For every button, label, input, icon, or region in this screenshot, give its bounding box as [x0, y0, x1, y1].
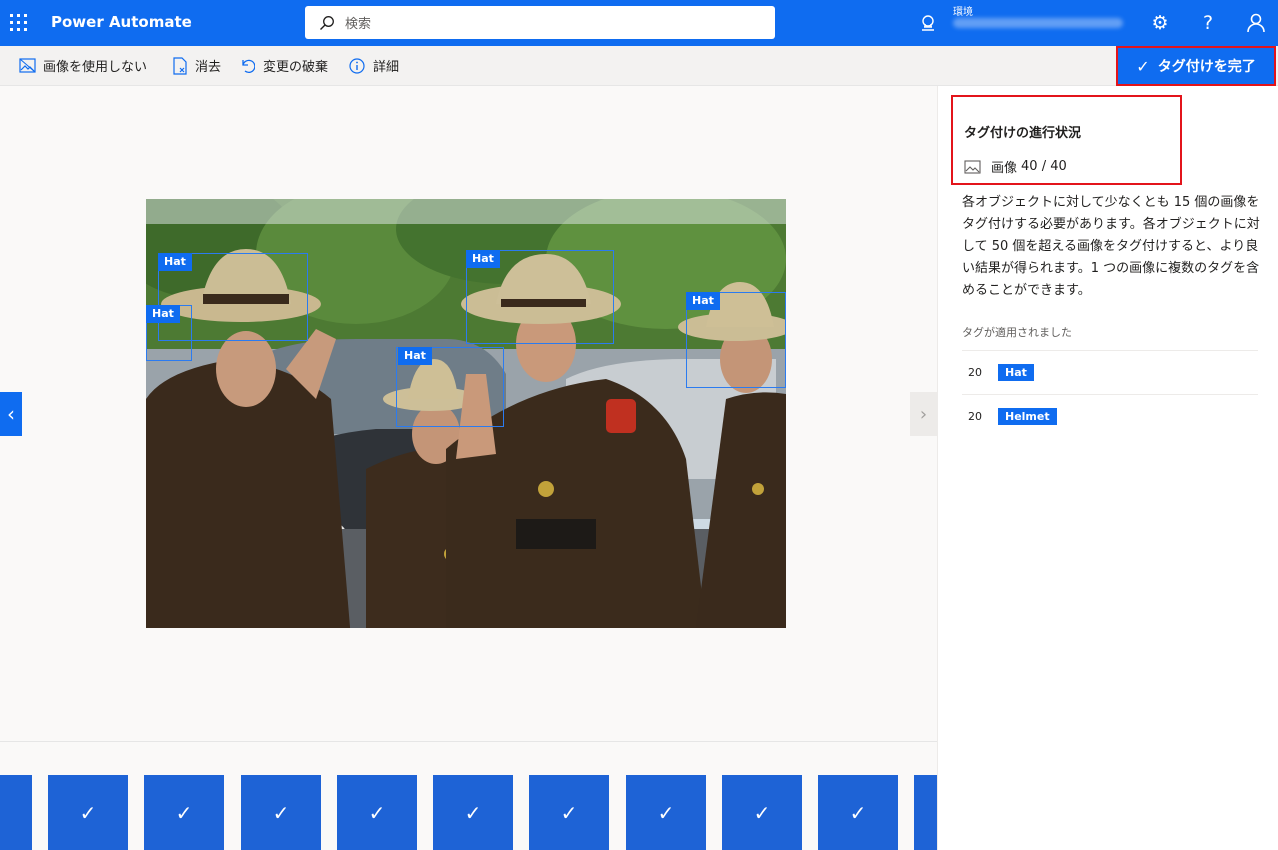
tag-row[interactable]: 20 Helmet — [962, 394, 1258, 438]
settings-icon[interactable]: ⚙ — [1149, 12, 1171, 34]
images-count: 40 / 40 — [1021, 159, 1067, 174]
bbox-tag[interactable]: Hat — [158, 253, 192, 271]
command-bar: 画像を使用しない 消去 変更の破棄 詳細 — [0, 46, 1278, 86]
tag-count: 20 — [968, 410, 982, 423]
checkmark-icon: ✓ — [1136, 56, 1150, 76]
tagging-progress-box: タグ付けの進行状況 画像 40 / 40 — [951, 95, 1182, 185]
thumbnail[interactable]: ✓ — [144, 775, 224, 850]
discard-changes-label: 変更の破棄 — [263, 60, 329, 75]
tags-applied-label: タグが適用されました — [962, 326, 1072, 339]
tagging-image[interactable]: Hat Hat Hat Hat Hat — [146, 199, 786, 628]
tag-count: 20 — [968, 366, 982, 379]
tagging-description: 各オブジェクトに対して少なくとも 15 個の画像をタグ付けする必要があります。各… — [962, 195, 1260, 298]
search-box[interactable]: 検索 — [305, 6, 775, 39]
top-bar: Power Automate 検索 環境 ⚙ ? — [0, 0, 1278, 46]
checkmark-icon: ✓ — [657, 801, 675, 825]
no-image-button[interactable]: 画像を使用しない — [18, 56, 147, 75]
checkmark-icon: ✓ — [914, 775, 937, 850]
progress-title: タグ付けの進行状況 — [964, 126, 1082, 141]
image-icon — [964, 159, 981, 174]
undo-icon — [238, 57, 256, 75]
thumbnail-strip: ✓ ✓ ✓ ✓ ✓ ✓ ✓ ✓ ✓ ✓ ✓ — [0, 741, 937, 850]
search-input[interactable]: 検索 — [345, 13, 371, 32]
bbox-tag[interactable]: Hat — [398, 347, 432, 365]
next-image-button[interactable]: › — [910, 392, 937, 436]
finish-tagging-label: タグ付けを完了 — [1157, 59, 1256, 75]
tag-row[interactable]: 20 Hat — [962, 350, 1258, 394]
checkmark-icon: ✓ — [272, 801, 290, 825]
clear-label: 消去 — [195, 60, 222, 75]
chevron-left-icon: ‹ — [7, 402, 15, 426]
image-canvas: Hat Hat Hat Hat Hat ‹ › — [0, 86, 937, 741]
checkmark-icon: ✓ — [79, 801, 97, 825]
app-title[interactable]: Power Automate — [51, 13, 192, 31]
bbox-tag[interactable]: Hat — [466, 250, 500, 268]
thumbnail[interactable]: ✓ — [433, 775, 513, 850]
thumbnail[interactable]: ✓ — [529, 775, 609, 850]
checkmark-icon: ✓ — [175, 801, 193, 825]
waffle-icon[interactable] — [10, 13, 28, 31]
info-icon — [348, 57, 366, 75]
tag-chip[interactable]: Hat — [998, 364, 1034, 381]
thumbnail[interactable]: ✓ — [914, 775, 937, 850]
thumbnail[interactable]: ✓ — [337, 775, 417, 850]
no-image-icon — [18, 57, 36, 75]
thumbnail[interactable]: ✓ — [818, 775, 898, 850]
images-label: 画像 — [991, 161, 1018, 176]
clear-button[interactable]: 消去 — [170, 56, 221, 75]
thumbnail[interactable]: ✓ — [0, 775, 32, 850]
thumbnail[interactable]: ✓ — [241, 775, 321, 850]
thumbnail[interactable]: ✓ — [48, 775, 128, 850]
environment-label: 環境 — [953, 7, 973, 18]
finish-tagging-button[interactable]: ✓ タグ付けを完了 — [1116, 46, 1276, 86]
environment-icon[interactable] — [918, 13, 938, 33]
checkmark-icon: ✓ — [560, 801, 578, 825]
discard-changes-button[interactable]: 変更の破棄 — [238, 56, 328, 75]
search-icon — [320, 15, 334, 30]
checkmark-icon: ✓ — [753, 801, 771, 825]
thumbnail[interactable]: ✓ — [626, 775, 706, 850]
tagging-panel: タグ付けの進行状況 画像 40 / 40 各オブジェクトに対して少なくとも 15… — [937, 86, 1278, 850]
clear-icon — [170, 56, 188, 75]
previous-image-button[interactable]: ‹ — [0, 392, 22, 436]
checkmark-icon: ✓ — [464, 801, 482, 825]
tag-chip[interactable]: Helmet — [998, 408, 1057, 425]
image-count: 画像 40 / 40 — [964, 157, 1067, 176]
thumbnail[interactable]: ✓ — [722, 775, 802, 850]
details-button[interactable]: 詳細 — [348, 56, 399, 75]
chevron-right-icon: › — [919, 403, 928, 425]
environment-name-redacted[interactable] — [953, 18, 1123, 28]
account-icon[interactable] — [1245, 12, 1267, 34]
checkmark-icon: ✓ — [368, 801, 386, 825]
bbox-tag[interactable]: Hat — [686, 292, 720, 310]
no-image-label: 画像を使用しない — [43, 60, 148, 75]
bbox-tag[interactable]: Hat — [146, 305, 180, 323]
help-icon[interactable]: ? — [1197, 12, 1219, 34]
checkmark-icon: ✓ — [849, 801, 867, 825]
details-label: 詳細 — [373, 60, 400, 75]
checkmark-icon: ✓ — [0, 775, 32, 850]
